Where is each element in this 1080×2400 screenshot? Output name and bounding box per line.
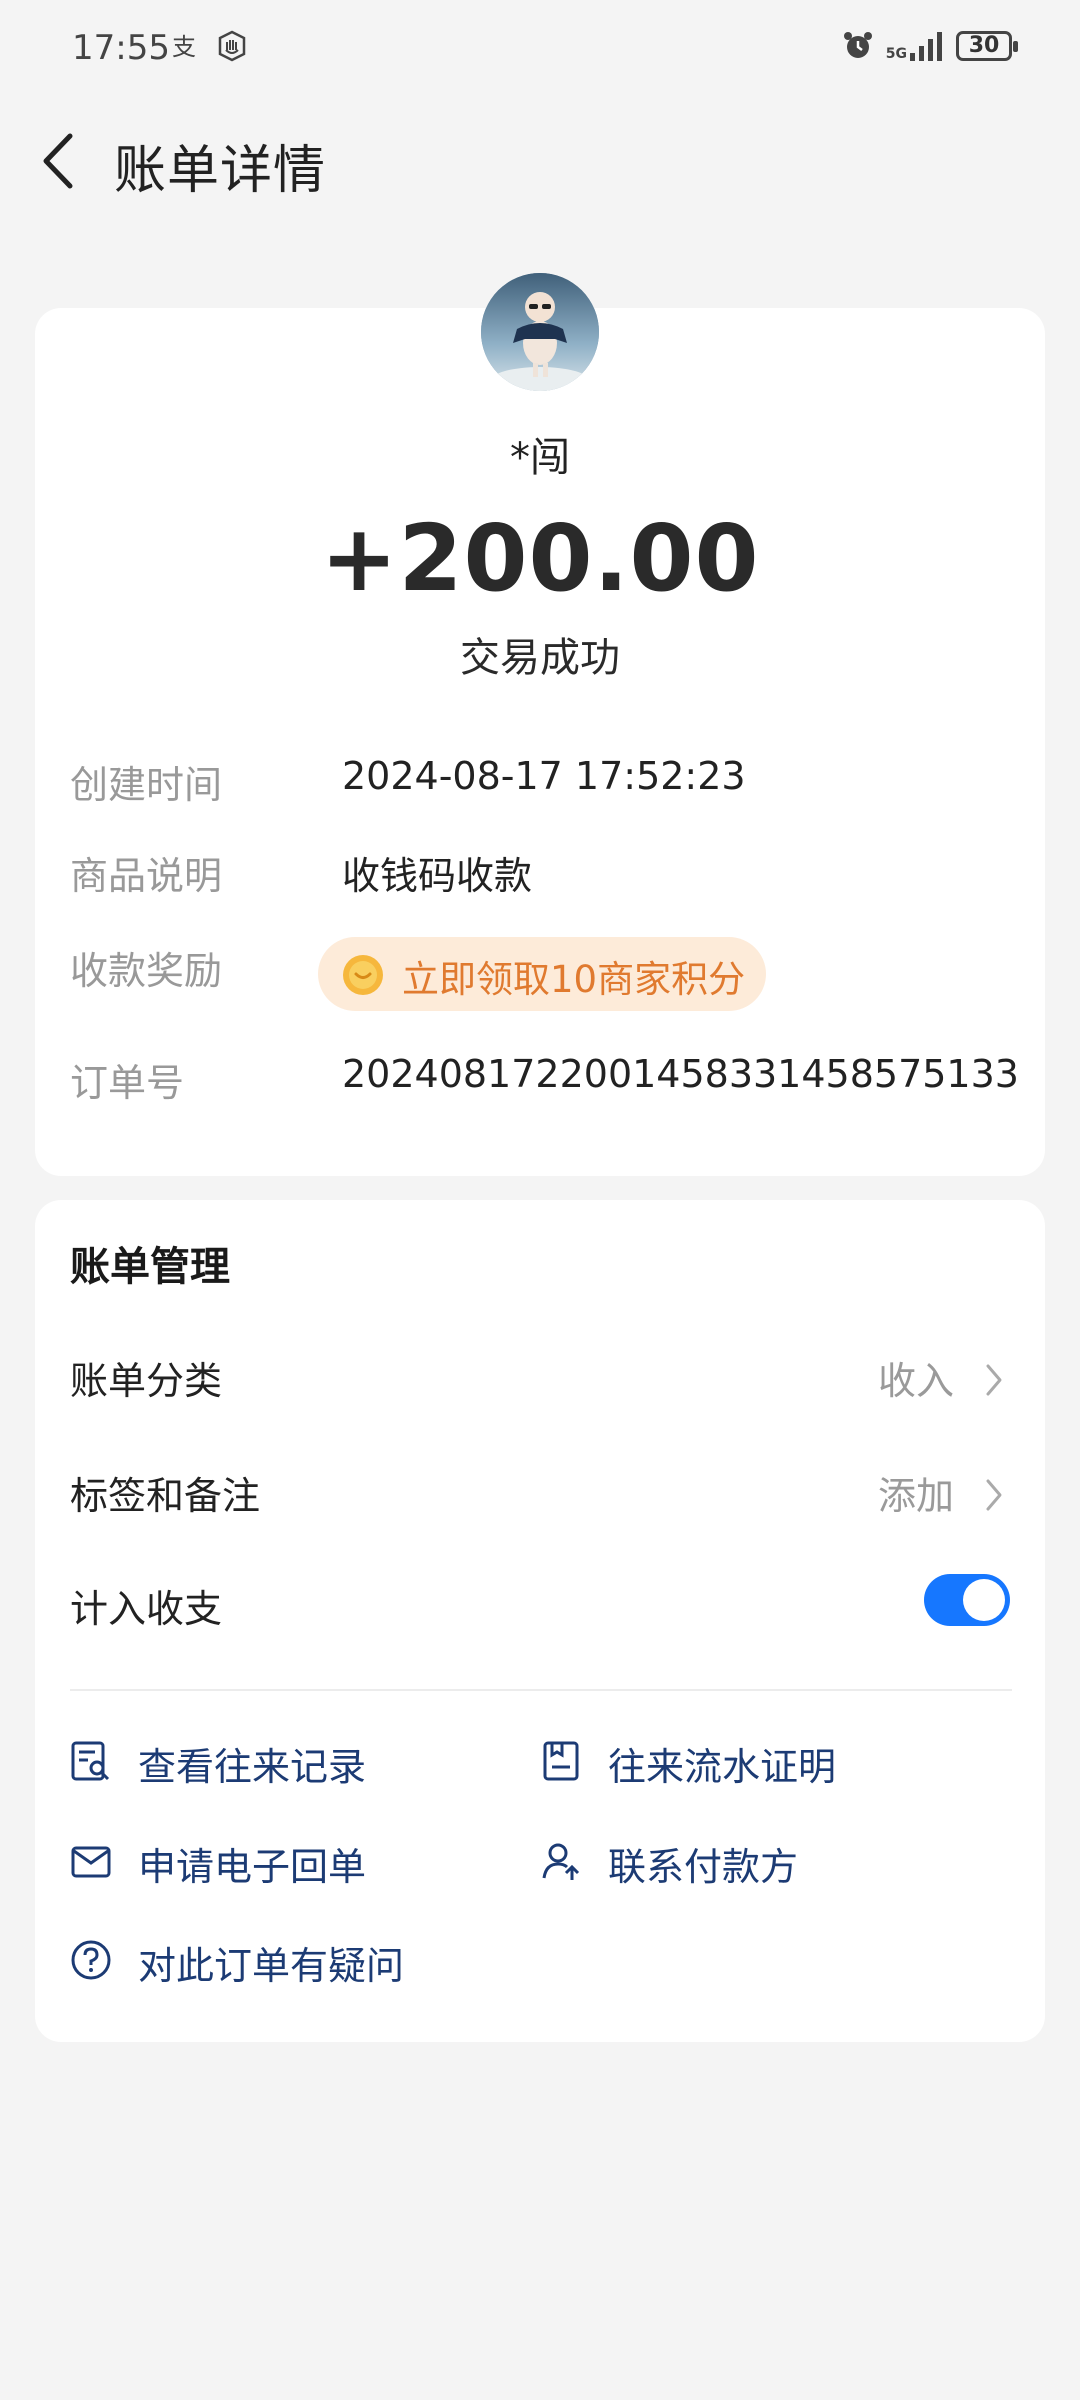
payer-name: *闯	[510, 435, 570, 481]
battery-icon: 30	[956, 31, 1018, 61]
payer-avatar[interactable]	[481, 273, 599, 391]
detail-label: 订单号	[70, 1061, 185, 1105]
svg-text:支: 支	[172, 33, 196, 61]
chevron-right-icon	[986, 1479, 1002, 1511]
order-question-label: 对此订单有疑问	[138, 1944, 405, 1988]
page-title: 账单详情	[114, 141, 327, 201]
toggle-knob	[963, 1579, 1005, 1621]
contact-payer-label: 联系付款方	[608, 1845, 799, 1889]
contact-payer-link[interactable]: 联系付款方	[540, 1836, 960, 1892]
question-circle-icon	[71, 1940, 111, 1980]
bill-category-row[interactable]: 账单分类 收入	[70, 1350, 1010, 1420]
signal-indicator: 5G	[886, 31, 944, 61]
status-bar: 17:55 支 5G 30	[0, 0, 1080, 100]
order-number-value: 2024081722001458331458575133	[342, 1052, 1019, 1096]
tags-and-notes-value: 添加	[877, 1474, 954, 1518]
document-proof-icon	[543, 1741, 579, 1781]
detail-row-product: 商品说明 收钱码收款	[70, 845, 1010, 905]
detail-row-order-number: 订单号 2024081722001458331458575133	[70, 1052, 1019, 1112]
bill-category-label: 账单分类	[70, 1359, 223, 1403]
view-records-label: 查看往来记录	[138, 1745, 367, 1789]
section-title: 账单管理	[70, 1244, 230, 1290]
hand-notification-icon	[218, 30, 246, 62]
status-time: 17:55	[72, 28, 170, 68]
detail-label: 收款奖励	[70, 949, 223, 993]
tags-and-notes-label: 标签和备注	[70, 1474, 261, 1518]
claim-reward-label: 立即领取10商家积分	[402, 958, 746, 1001]
bill-category-value: 收入	[877, 1359, 954, 1403]
chevron-right-icon	[986, 1364, 1002, 1396]
transaction-status: 交易成功	[460, 635, 620, 681]
divider	[70, 1689, 1012, 1691]
product-description-value: 收钱码收款	[342, 854, 533, 898]
alarm-icon	[843, 32, 872, 58]
page-header: 账单详情	[0, 110, 1080, 210]
include-in-stats-label: 计入收支	[70, 1587, 223, 1631]
network-type: 5G	[885, 46, 907, 62]
order-question-link[interactable]: 对此订单有疑问	[70, 1935, 490, 1991]
coin-icon	[343, 955, 383, 995]
avatar-image	[481, 273, 599, 391]
electronic-receipt-label: 申请电子回单	[138, 1845, 367, 1889]
contact-person-icon	[542, 1843, 580, 1880]
record-search-icon	[71, 1741, 110, 1781]
detail-label: 商品说明	[70, 854, 223, 898]
envelope-icon	[71, 1846, 111, 1878]
created-time-value: 2024-08-17 17:52:23	[342, 754, 746, 798]
claim-reward-button[interactable]: 立即领取10商家积分	[318, 937, 766, 1011]
signal-bars-icon	[910, 32, 942, 61]
transaction-proof-link[interactable]: 往来流水证明	[540, 1736, 960, 1792]
include-in-stats-row: 计入收支	[70, 1574, 1010, 1648]
view-records-link[interactable]: 查看往来记录	[70, 1736, 490, 1792]
tags-and-notes-row[interactable]: 标签和备注 添加	[70, 1465, 1010, 1535]
electronic-receipt-link[interactable]: 申请电子回单	[70, 1836, 490, 1892]
detail-row-created-time: 创建时间 2024-08-17 17:52:23	[70, 754, 1010, 814]
back-arrow-icon[interactable]	[36, 130, 82, 192]
transaction-amount: +200.00	[320, 505, 760, 612]
alipay-notification-icon: 支	[172, 33, 196, 61]
transaction-proof-label: 往来流水证明	[608, 1745, 837, 1789]
include-in-stats-toggle[interactable]	[924, 1574, 1010, 1626]
detail-label: 创建时间	[70, 763, 223, 807]
